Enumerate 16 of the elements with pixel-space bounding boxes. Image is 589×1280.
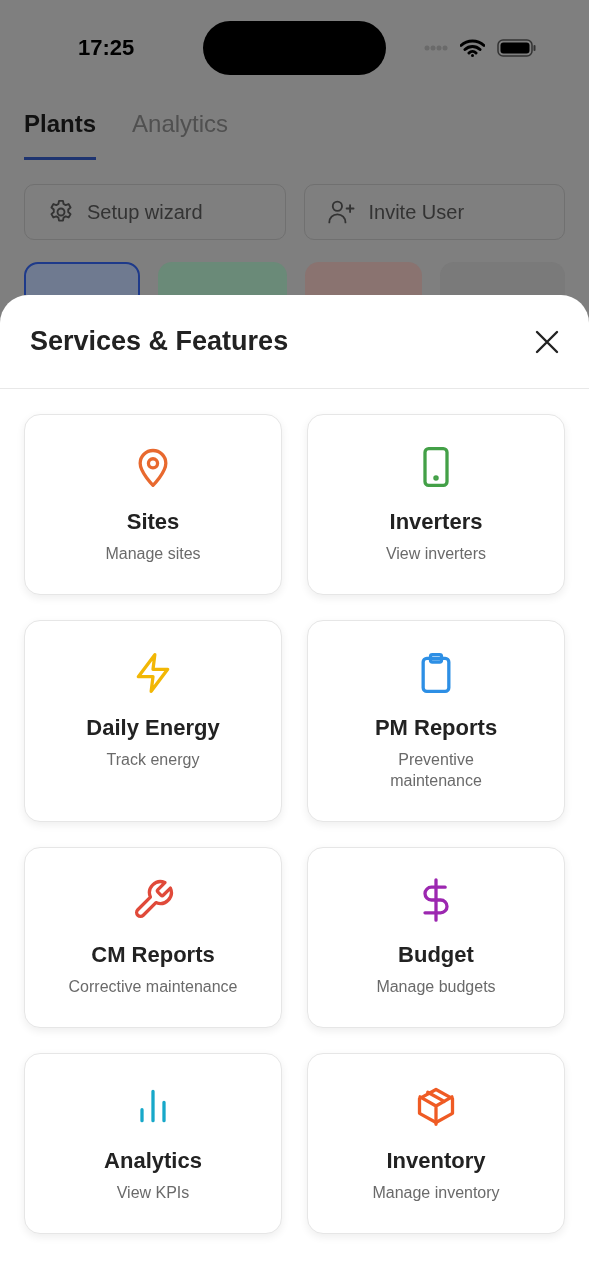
close-icon — [535, 329, 559, 354]
wifi-icon — [460, 39, 485, 57]
feature-card[interactable]: Inventory Manage inventory — [307, 1053, 565, 1234]
close-button[interactable] — [535, 329, 559, 354]
status-time: 17:25 — [78, 35, 136, 61]
feature-card[interactable]: Analytics View KPIs — [24, 1053, 282, 1234]
feature-card[interactable]: Daily Energy Track energy — [24, 620, 282, 822]
feature-card[interactable]: Sites Manage sites — [24, 414, 282, 595]
add-user-icon — [326, 198, 357, 226]
battery-icon — [497, 39, 537, 57]
feature-card[interactable]: PM Reports Preventive maintenance — [307, 620, 565, 822]
tab[interactable]: Plants — [24, 104, 97, 160]
feature-card[interactable]: Inverters View inverters — [307, 414, 565, 595]
sheet-title: Services & Features — [30, 326, 289, 357]
feature-card[interactable]: CM Reports Corrective maintenance — [24, 847, 282, 1028]
feature-card[interactable]: Budget Manage budgets — [307, 847, 565, 1028]
